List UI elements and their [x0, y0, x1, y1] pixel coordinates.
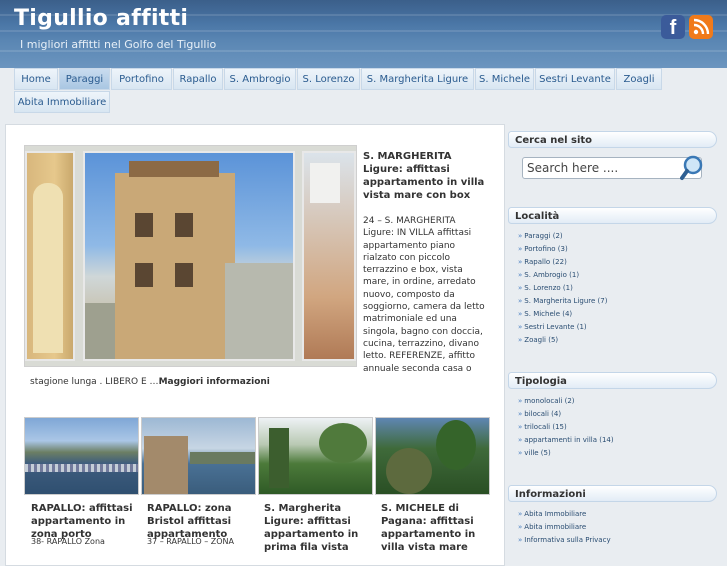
localita-item-label: Rapallo (22): [524, 258, 567, 266]
localita-item-label: S. Michele (4): [524, 310, 573, 318]
arrow-bullet-icon: »: [518, 510, 523, 518]
rss-glyph: [693, 18, 710, 35]
tipologia-item-label: monolocali (2): [524, 397, 575, 405]
info-item-label: Informativa sulla Privacy: [524, 536, 611, 544]
featured-post-title[interactable]: S. MARGHERITA Ligure: affittasi appartam…: [363, 150, 488, 202]
tipologia-item-label: ville (5): [524, 449, 551, 457]
arrow-bullet-icon: »: [518, 271, 523, 279]
nav-item-portofino[interactable]: Portofino: [111, 68, 172, 90]
more-info-link[interactable]: Maggiori informazioni: [159, 377, 270, 387]
post-thumbnail-2[interactable]: [141, 417, 256, 495]
localita-item-rapallo[interactable]: » Rapallo (22): [518, 256, 567, 268]
arrow-bullet-icon: »: [518, 310, 523, 318]
arrow-bullet-icon: »: [518, 449, 523, 457]
tipologia-item-label: trilocali (15): [524, 423, 567, 431]
nav-item-s-margherita-ligure[interactable]: S. Margherita Ligure: [361, 68, 474, 90]
localita-item-label: S. Lorenzo (1): [524, 284, 573, 292]
featured-post-excerpt: 24 – S. MARGHERITA Ligure: IN VILLA affi…: [363, 216, 485, 374]
featured-excerpt-end: stagione lunga . LIBERO E …: [30, 377, 159, 387]
arrow-bullet-icon: »: [518, 297, 523, 305]
site-tagline: I migliori affitti nel Golfo del Tigulli…: [20, 38, 217, 51]
nav-item-home[interactable]: Home: [14, 68, 58, 90]
main-content: S. MARGHERITA Ligure: affittasi appartam…: [5, 124, 505, 566]
localita-item-paraggi[interactable]: » Paraggi (2): [518, 230, 563, 242]
localita-item-s-michele[interactable]: » S. Michele (4): [518, 308, 572, 320]
widget-title-localita: Località: [508, 207, 717, 224]
tipologia-item-trilocali[interactable]: » trilocali (15): [518, 421, 567, 433]
localita-item-label: Paraggi (2): [524, 232, 563, 240]
main-nav: Home Paraggi Portofino Rapallo S. Ambrog…: [14, 68, 727, 114]
nav-item-s-michele[interactable]: S. Michele: [475, 68, 534, 90]
info-item-label: Abita immobiliare: [524, 523, 587, 531]
featured-post-excerpt-tail: stagione lunga . LIBERO E …Maggiori info…: [30, 377, 270, 387]
post-thumbnail-1[interactable]: [24, 417, 139, 495]
localita-item-label: S. Ambrogio (1): [524, 271, 580, 279]
nav-item-rapallo[interactable]: Rapallo: [173, 68, 223, 90]
widget-title-informazioni: Informazioni: [508, 485, 717, 502]
tipologia-item-bilocali[interactable]: » bilocali (4): [518, 408, 561, 420]
slide-panel-right: [302, 151, 356, 361]
localita-item-s-ambrogio[interactable]: » S. Ambrogio (1): [518, 269, 579, 281]
slide-panel-left: [25, 151, 75, 361]
arrow-bullet-icon: »: [518, 536, 523, 544]
arrow-bullet-icon: »: [518, 397, 523, 405]
arrow-bullet-icon: »: [518, 323, 523, 331]
widget-title-tipologia: Tipologia: [508, 372, 717, 389]
arrow-bullet-icon: »: [518, 523, 523, 531]
localita-item-portofino[interactable]: » Portofino (3): [518, 243, 568, 255]
info-item-abita-immobiliare[interactable]: » Abita Immobiliare: [518, 508, 586, 520]
info-item-privacy[interactable]: » Informativa sulla Privacy: [518, 534, 611, 546]
nav-item-paraggi[interactable]: Paraggi: [59, 68, 110, 90]
arrow-bullet-icon: »: [518, 410, 523, 418]
info-item-label: Abita Immobiliare: [524, 510, 587, 518]
site-title[interactable]: Tigullio affitti: [14, 6, 188, 31]
post-thumbnail-4[interactable]: [375, 417, 490, 495]
widget-title-search: Cerca nel sito: [508, 131, 717, 148]
localita-item-label: Portofino (3): [524, 245, 568, 253]
slide-panel-main: [83, 151, 295, 361]
magnifier-icon[interactable]: [680, 155, 704, 181]
arrow-bullet-icon: »: [518, 423, 523, 431]
localita-item-s-lorenzo[interactable]: » S. Lorenzo (1): [518, 282, 573, 294]
post-title-1[interactable]: RAPALLO: affittasi appartamento in zona …: [31, 502, 136, 541]
info-item-abita-immobiliare-2[interactable]: » Abita immobiliare: [518, 521, 586, 533]
tipologia-item-appartamenti-in-villa[interactable]: » appartamenti in villa (14): [518, 434, 614, 446]
facebook-letter: f: [669, 17, 677, 39]
post-thumbnail-3[interactable]: [258, 417, 373, 495]
tipologia-item-label: appartamenti in villa (14): [524, 436, 614, 444]
localita-item-label: Sestri Levante (1): [524, 323, 587, 331]
localita-item-s-margherita-ligure[interactable]: » S. Margherita Ligure (7): [518, 295, 607, 307]
featured-slideshow-image[interactable]: [24, 145, 357, 367]
arrow-bullet-icon: »: [518, 245, 523, 253]
nav-item-sestri-levante[interactable]: Sestri Levante: [535, 68, 615, 90]
arrow-bullet-icon: »: [518, 436, 523, 444]
post-title-4[interactable]: S. MICHELE di Pagana: affittasi appartam…: [381, 502, 486, 554]
search-box: [522, 157, 702, 179]
arrow-bullet-icon: »: [518, 336, 523, 344]
localita-item-label: S. Margherita Ligure (7): [524, 297, 608, 305]
tipologia-item-ville[interactable]: » ville (5): [518, 447, 551, 459]
tipologia-item-monolocali[interactable]: » monolocali (2): [518, 395, 575, 407]
nav-item-s-lorenzo[interactable]: S. Lorenzo: [297, 68, 360, 90]
nav-item-abita-immobiliare[interactable]: Abita Immobiliare: [14, 91, 110, 113]
localita-item-sestri-levante[interactable]: » Sestri Levante (1): [518, 321, 587, 333]
search-input[interactable]: [527, 160, 677, 176]
facebook-icon[interactable]: f: [661, 15, 685, 39]
post-title-3[interactable]: S. Margherita Ligure: affittasi appartam…: [264, 502, 369, 554]
localita-item-zoagli[interactable]: » Zoagli (5): [518, 334, 558, 346]
rss-icon[interactable]: [689, 15, 713, 39]
post-title-2[interactable]: RAPALLO: zona Bristol affittasi appartam…: [147, 502, 252, 541]
nav-item-zoagli[interactable]: Zoagli: [616, 68, 662, 90]
arrow-bullet-icon: »: [518, 232, 523, 240]
localita-item-label: Zoagli (5): [524, 336, 559, 344]
nav-item-s-ambrogio[interactable]: S. Ambrogio: [224, 68, 296, 90]
arrow-bullet-icon: »: [518, 258, 523, 266]
tipologia-item-label: bilocali (4): [524, 410, 562, 418]
arrow-bullet-icon: »: [518, 284, 523, 292]
site-header: Tigullio affitti I migliori affitti nel …: [0, 0, 727, 68]
